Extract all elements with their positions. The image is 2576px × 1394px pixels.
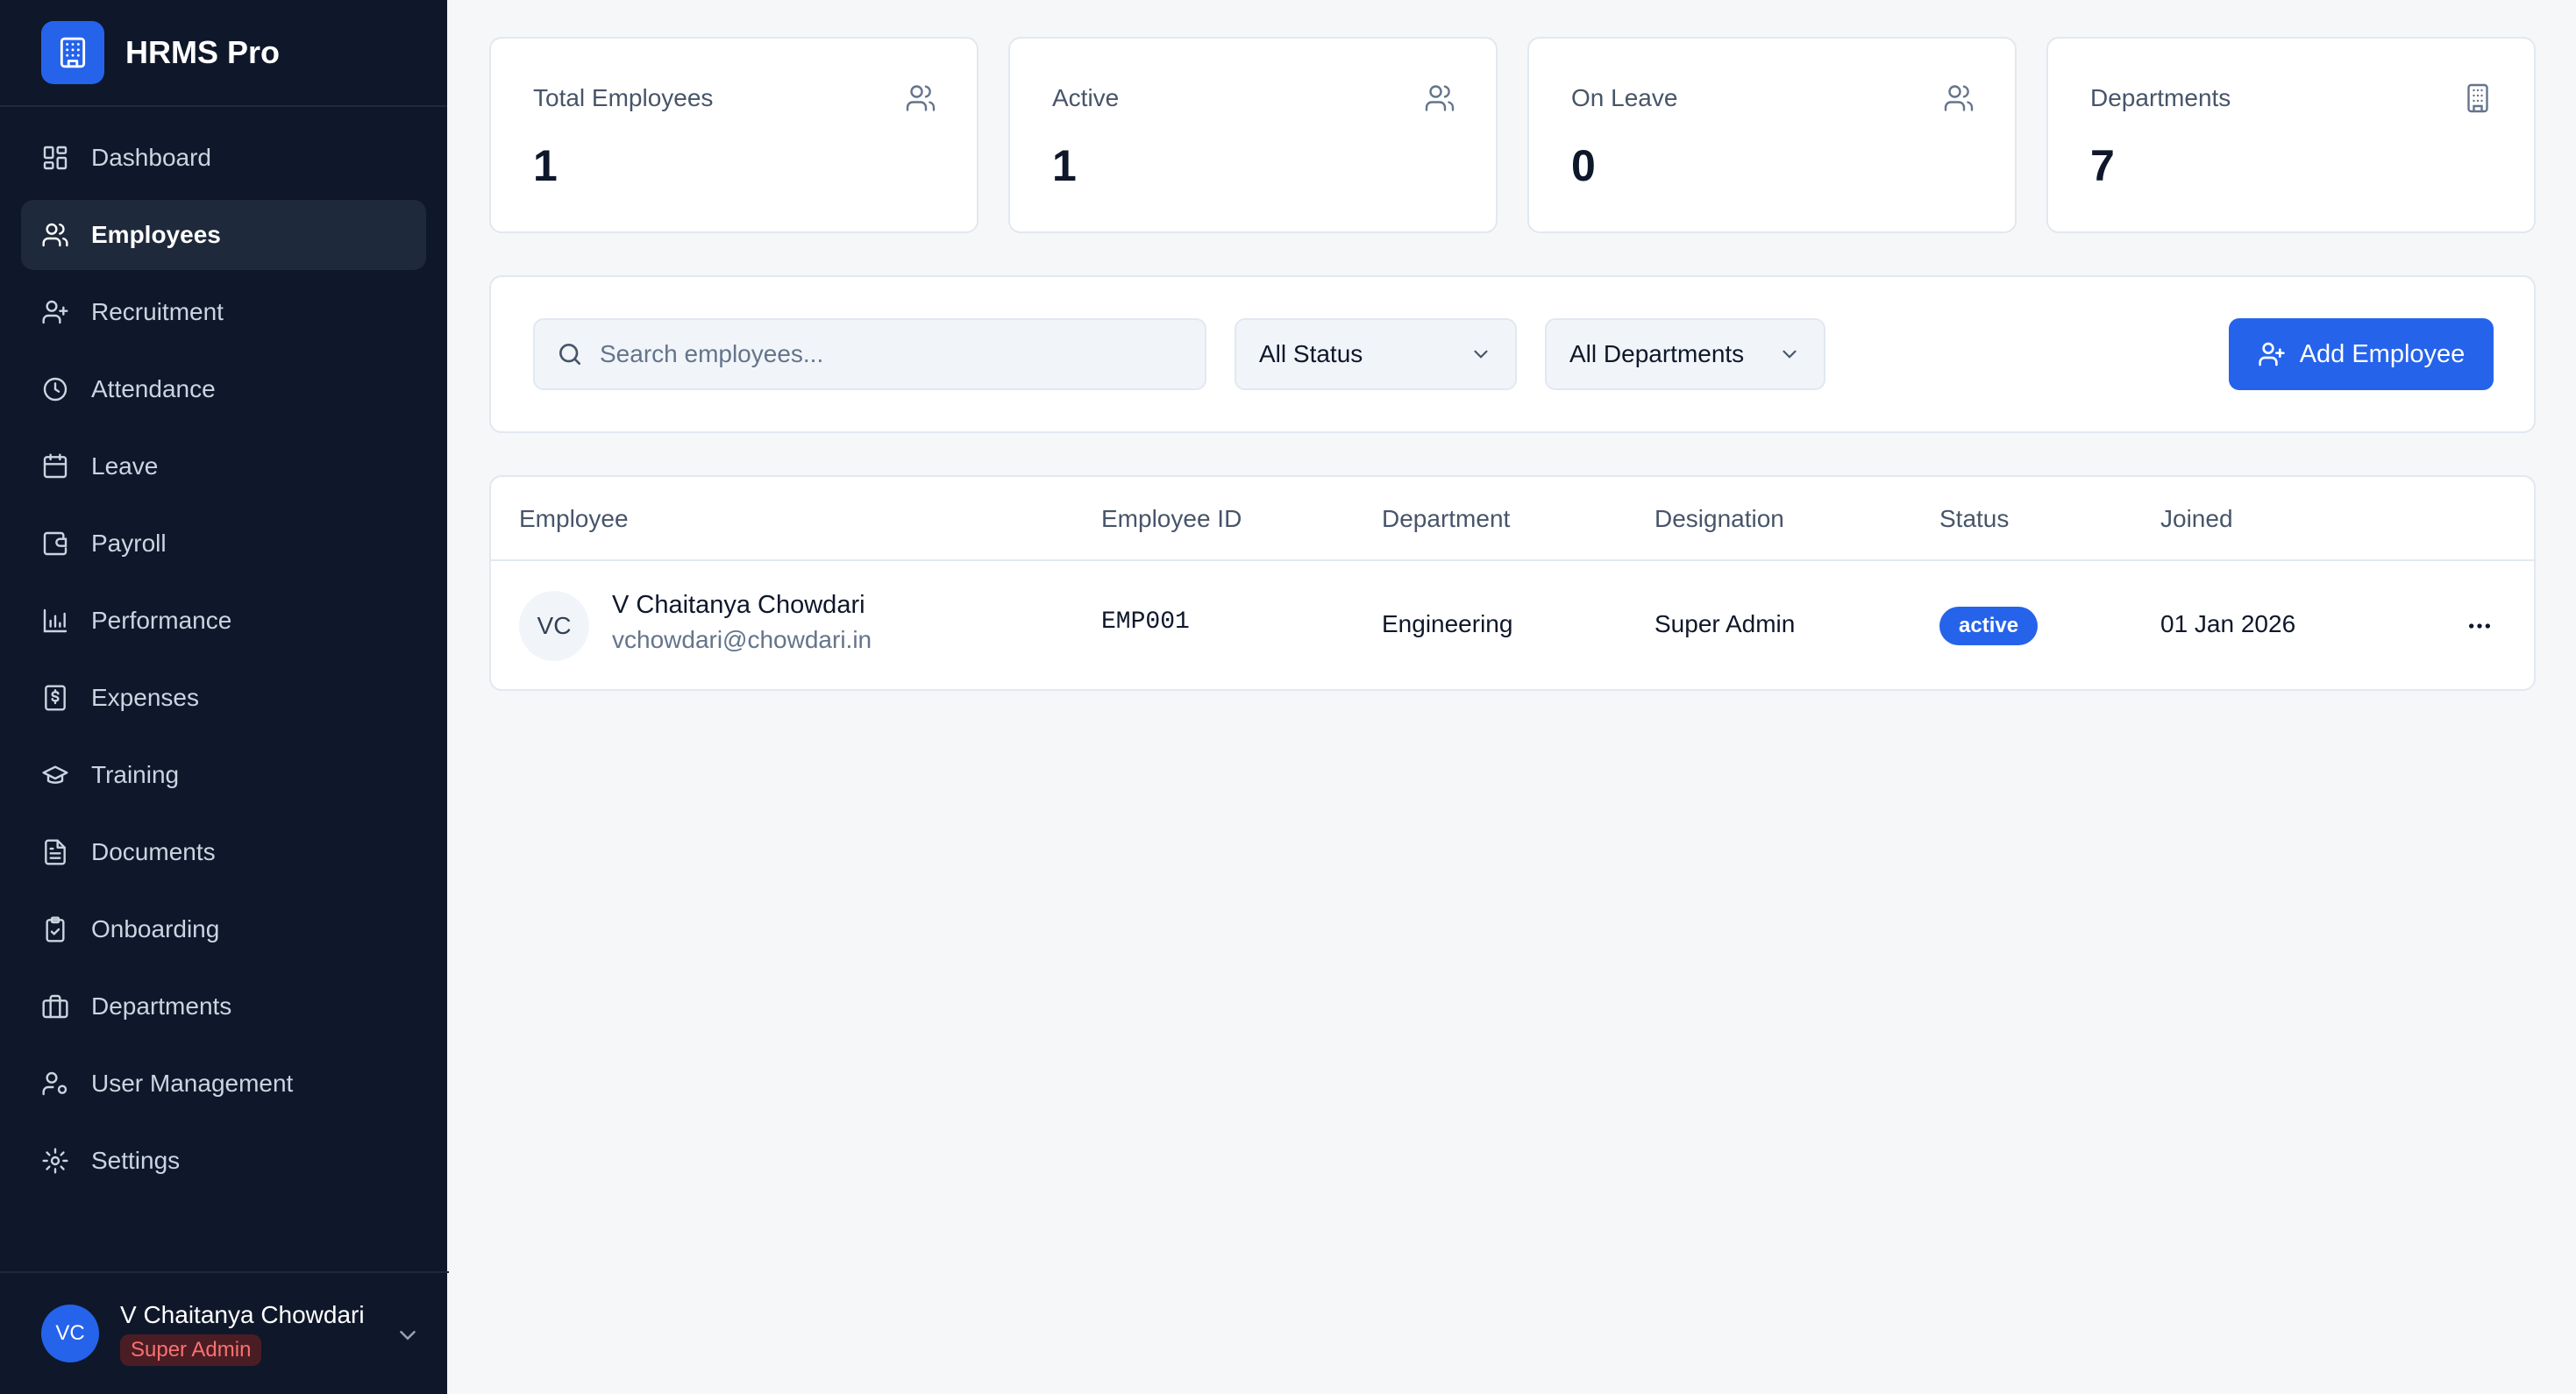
bar-chart-icon [40, 606, 70, 636]
column-header-joined[interactable]: Joined [2160, 505, 2233, 533]
column-header-status[interactable]: Status [1939, 505, 2009, 533]
user-cog-icon [40, 1069, 70, 1099]
sidebar-item-documents[interactable]: Documents [21, 817, 426, 887]
sidebar-item-label: Training [91, 761, 180, 788]
user-menu[interactable]: VC V Chaitanya Chowdari Super Admin [0, 1271, 449, 1394]
app-shell: HRMS Pro Dashboard Employees Recruitment [0, 0, 2576, 1394]
brand-name: HRMS Pro [125, 34, 281, 70]
filter-bar: All Status All Departments Add Employee [489, 275, 2536, 433]
sidebar-item-label: Payroll [91, 530, 167, 557]
chevron-down-icon[interactable] [395, 1322, 421, 1348]
column-header-department[interactable]: Department [1382, 505, 1510, 533]
sidebar-nav: Dashboard Employees Recruitment Attendan… [0, 123, 447, 1203]
stats-row: Total Employees 1 Active 1 On Leave 0 De… [489, 37, 2536, 233]
calendar-icon [40, 452, 70, 481]
users-icon [40, 220, 70, 250]
search-icon [559, 344, 580, 365]
user-meta: V Chaitanya Chowdari Super Admin [120, 1301, 365, 1366]
graduation-cap-icon [40, 760, 70, 790]
sidebar-item-label: Dashboard [91, 144, 211, 171]
wallet-icon [40, 529, 70, 558]
employees-table: Employee Employee ID Department Designat… [489, 475, 2536, 691]
stat-value: 1 [1052, 141, 1077, 190]
users-icon [1424, 82, 1455, 114]
chevron-down-icon [1474, 350, 1488, 359]
more-horizontal-icon[interactable] [2466, 612, 2494, 640]
sidebar-item-label: User Management [91, 1070, 294, 1097]
stat-card-active: Active 1 [1008, 37, 1498, 233]
sidebar: HRMS Pro Dashboard Employees Recruitment [0, 0, 449, 1394]
gear-icon [40, 1146, 70, 1176]
stat-value: 7 [2090, 141, 2115, 190]
sidebar-item-training[interactable]: Training [21, 740, 426, 810]
sidebar-item-label: Onboarding [91, 915, 220, 942]
status-select[interactable]: All Status [1235, 318, 1517, 390]
avatar: VC [41, 1305, 99, 1362]
sidebar-item-label: Expenses [91, 684, 199, 711]
search-box[interactable] [533, 318, 1206, 390]
employee-designation: Super Admin [1654, 610, 1796, 637]
main-content: Total Employees 1 Active 1 On Leave 0 De… [447, 0, 2576, 1394]
sidebar-item-label: Attendance [91, 375, 216, 402]
status-select-value: All Status [1259, 340, 1363, 367]
user-role-badge: Super Admin [120, 1334, 262, 1366]
sidebar-item-performance[interactable]: Performance [21, 586, 426, 656]
avatar: VC [519, 591, 589, 661]
sidebar-item-label: Settings [91, 1147, 181, 1174]
dashboard-icon [40, 143, 70, 173]
stat-card-total-employees: Total Employees 1 [489, 37, 978, 233]
table-header: Employee Employee ID Department Designat… [491, 477, 2534, 561]
chevron-down-icon [1783, 350, 1797, 359]
sidebar-item-employees[interactable]: Employees [21, 200, 426, 270]
file-text-icon [40, 837, 70, 867]
stat-value: 0 [1571, 141, 1596, 190]
sidebar-item-label: Employees [91, 221, 221, 248]
stat-value: 1 [533, 141, 558, 190]
department-select-value: All Departments [1569, 340, 1745, 367]
stat-card-departments: Departments 7 [2046, 37, 2536, 233]
clock-icon [40, 374, 70, 404]
clipboard-check-icon [40, 914, 70, 944]
briefcase-icon [40, 992, 70, 1021]
column-header-employee[interactable]: Employee [519, 505, 629, 533]
sidebar-item-label: Leave [91, 452, 159, 480]
add-employee-button[interactable]: Add Employee [2229, 318, 2494, 390]
sidebar-item-leave[interactable]: Leave [21, 431, 426, 501]
sidebar-item-settings[interactable]: Settings [21, 1126, 426, 1196]
employee-joined: 01 Jan 2026 [2160, 610, 2296, 637]
sidebar-item-label: Performance [91, 607, 232, 634]
users-icon [1943, 82, 1975, 114]
sidebar-item-attendance[interactable]: Attendance [21, 354, 426, 424]
search-input[interactable] [600, 340, 1178, 368]
sidebar-item-user-management[interactable]: User Management [21, 1049, 426, 1119]
column-header-designation[interactable]: Designation [1654, 505, 1784, 533]
sidebar-item-dashboard[interactable]: Dashboard [21, 123, 426, 193]
receipt-icon [40, 683, 70, 713]
building-icon [41, 21, 104, 84]
table-row[interactable]: VC V Chaitanya Chowdari vchowdari@chowda… [491, 561, 2534, 689]
sidebar-item-label: Documents [91, 838, 216, 865]
employee-id: EMP001 [1101, 608, 1190, 636]
user-plus-icon [2259, 342, 2285, 366]
sidebar-item-expenses[interactable]: Expenses [21, 663, 426, 733]
employee-email: vchowdari@chowdari.in [612, 626, 872, 653]
sidebar-item-recruitment[interactable]: Recruitment [21, 277, 426, 347]
sidebar-item-onboarding[interactable]: Onboarding [21, 894, 426, 964]
sidebar-item-payroll[interactable]: Payroll [21, 509, 426, 579]
user-name: V Chaitanya Chowdari [120, 1301, 365, 1328]
sidebar-item-label: Recruitment [91, 298, 224, 325]
building-icon [2462, 82, 2494, 114]
department-select[interactable]: All Departments [1545, 318, 1825, 390]
stat-card-on-leave: On Leave 0 [1527, 37, 2017, 233]
users-icon [905, 82, 936, 114]
user-plus-icon [40, 297, 70, 327]
status-badge: active [1939, 607, 2039, 645]
sidebar-item-label: Departments [91, 992, 232, 1020]
sidebar-item-departments[interactable]: Departments [21, 971, 426, 1042]
column-header-employee-id[interactable]: Employee ID [1101, 505, 1242, 533]
brand[interactable]: HRMS Pro [0, 0, 447, 107]
add-employee-label: Add Employee [2299, 339, 2466, 368]
employee-department: Engineering [1382, 610, 1513, 637]
employee-name[interactable]: V Chaitanya Chowdari [612, 591, 865, 620]
